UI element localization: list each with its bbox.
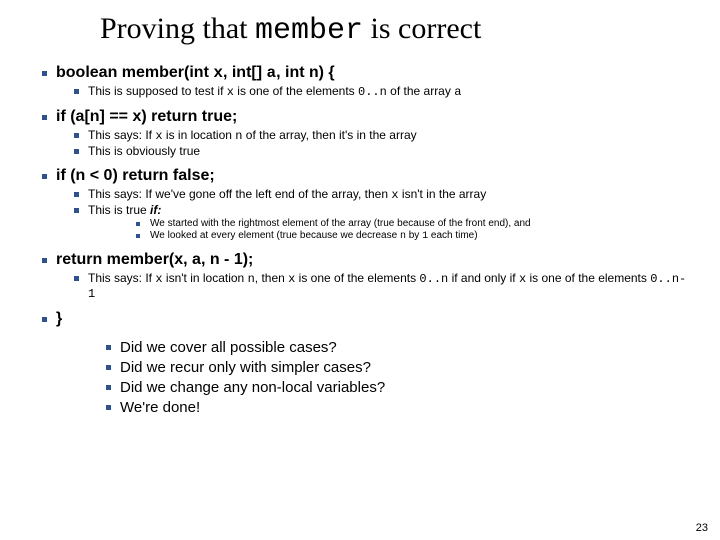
line-obviously-true: This is obviously true <box>30 144 690 158</box>
slide: Proving that member is correct boolean m… <box>0 0 720 540</box>
slide-title: Proving that member is correct <box>0 0 720 56</box>
line-gone-off: This says: If we've gone off the left en… <box>30 187 690 202</box>
title-mono: member <box>255 14 363 48</box>
line-boolean-member: boolean member(int x, int[] a, int n) { <box>30 64 690 82</box>
line-says-location: This says: If x is in location n of the … <box>30 128 690 143</box>
title-pre: Proving that <box>100 12 255 45</box>
page-number: 23 <box>696 522 708 534</box>
line-looked-every: We looked at every element (true because… <box>30 230 690 242</box>
line-says-if-not: This says: If x isn't in location n, the… <box>30 271 690 301</box>
q-cover-cases: Did we cover all possible cases? <box>30 339 690 356</box>
content: boolean member(int x, int[] a, int n) { … <box>0 56 720 416</box>
line-if-return-false: if (n < 0) return false; <box>30 167 690 185</box>
title-post: is correct <box>363 12 481 45</box>
line-return-member: return member(x, a, n - 1); <box>30 251 690 269</box>
q-recur-simpler: Did we recur only with simpler cases? <box>30 359 690 376</box>
line-if-return-true: if (a[n] == x) return true; <box>30 108 690 126</box>
q-done: We're done! <box>30 399 690 416</box>
line-close-brace: } <box>30 310 690 328</box>
line-supposed: This is supposed to test if x is one of … <box>30 84 690 99</box>
line-started-rightmost: We started with the rightmost element of… <box>30 218 690 229</box>
q-nonlocal-vars: Did we change any non-local variables? <box>30 379 690 396</box>
line-true-if: This is true if: <box>30 203 690 217</box>
